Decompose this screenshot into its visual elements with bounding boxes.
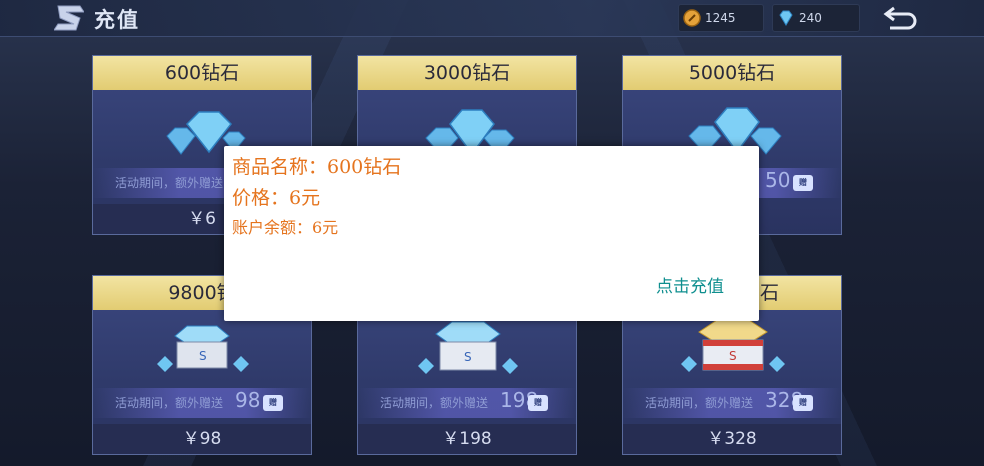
purchase-dialog: 商品名称：600钻石 价格：6元 账户余额：6元 点击充值 (224, 146, 759, 321)
svg-text:S: S (464, 350, 472, 364)
s-logo-icon (54, 5, 84, 31)
bonus-tag-icon: 赠 (263, 395, 283, 411)
product-price: ￥328 (623, 424, 841, 454)
product-name: 600钻石 (93, 56, 311, 90)
promo-text: 活动期间，额外赠送 (115, 396, 224, 410)
back-arrow-icon[interactable] (882, 4, 920, 32)
diamond-icon (779, 10, 793, 26)
top-bar: 充值 1245 240 (0, 0, 984, 37)
bonus-tag-icon: 赠 (793, 395, 813, 411)
promo-bonus: 98 (235, 388, 261, 412)
product-name: 5000钻石 (623, 56, 841, 90)
diamond-count: 240 (799, 11, 822, 25)
product-name: 3000钻石 (358, 56, 576, 90)
promo-text: 活动期间，额外赠送 (115, 176, 224, 190)
dialog-balance: 账户余额：6元 (232, 218, 339, 237)
promo-text: 活动期间，额外赠送 (645, 396, 754, 410)
diamond-chest-icon: S (681, 319, 785, 372)
svg-text:S: S (729, 349, 737, 363)
dialog-price: 价格：6元 (232, 187, 321, 209)
product-price: ￥198 (358, 424, 576, 454)
coin-icon (683, 9, 701, 27)
pay-button[interactable]: 点击充值 (656, 272, 724, 297)
promo-banner: 活动期间，额外赠送 328 赠 (623, 388, 841, 418)
page-title: 充值 (94, 8, 140, 32)
svg-text:S: S (199, 349, 207, 363)
promo-banner: 活动期间，额外赠送 98 赠 (93, 388, 311, 418)
diamond-chest-icon: S (418, 321, 518, 374)
product-price: ￥98 (93, 424, 311, 454)
bonus-tag-icon: 赠 (793, 175, 813, 191)
promo-banner: 活动期间，额外赠送 198 赠 (358, 388, 576, 418)
diamond-chest-icon: S (157, 325, 249, 372)
coin-count: 1245 (705, 11, 736, 25)
promo-text: 活动期间，额外赠送 (380, 396, 489, 410)
promo-bonus: 50 (765, 168, 791, 192)
dialog-product-name: 商品名称：600钻石 (232, 156, 402, 178)
bonus-tag-icon: 赠 (528, 395, 548, 411)
diamond-balance: 240 (772, 4, 860, 32)
coin-balance: 1245 (678, 4, 764, 32)
